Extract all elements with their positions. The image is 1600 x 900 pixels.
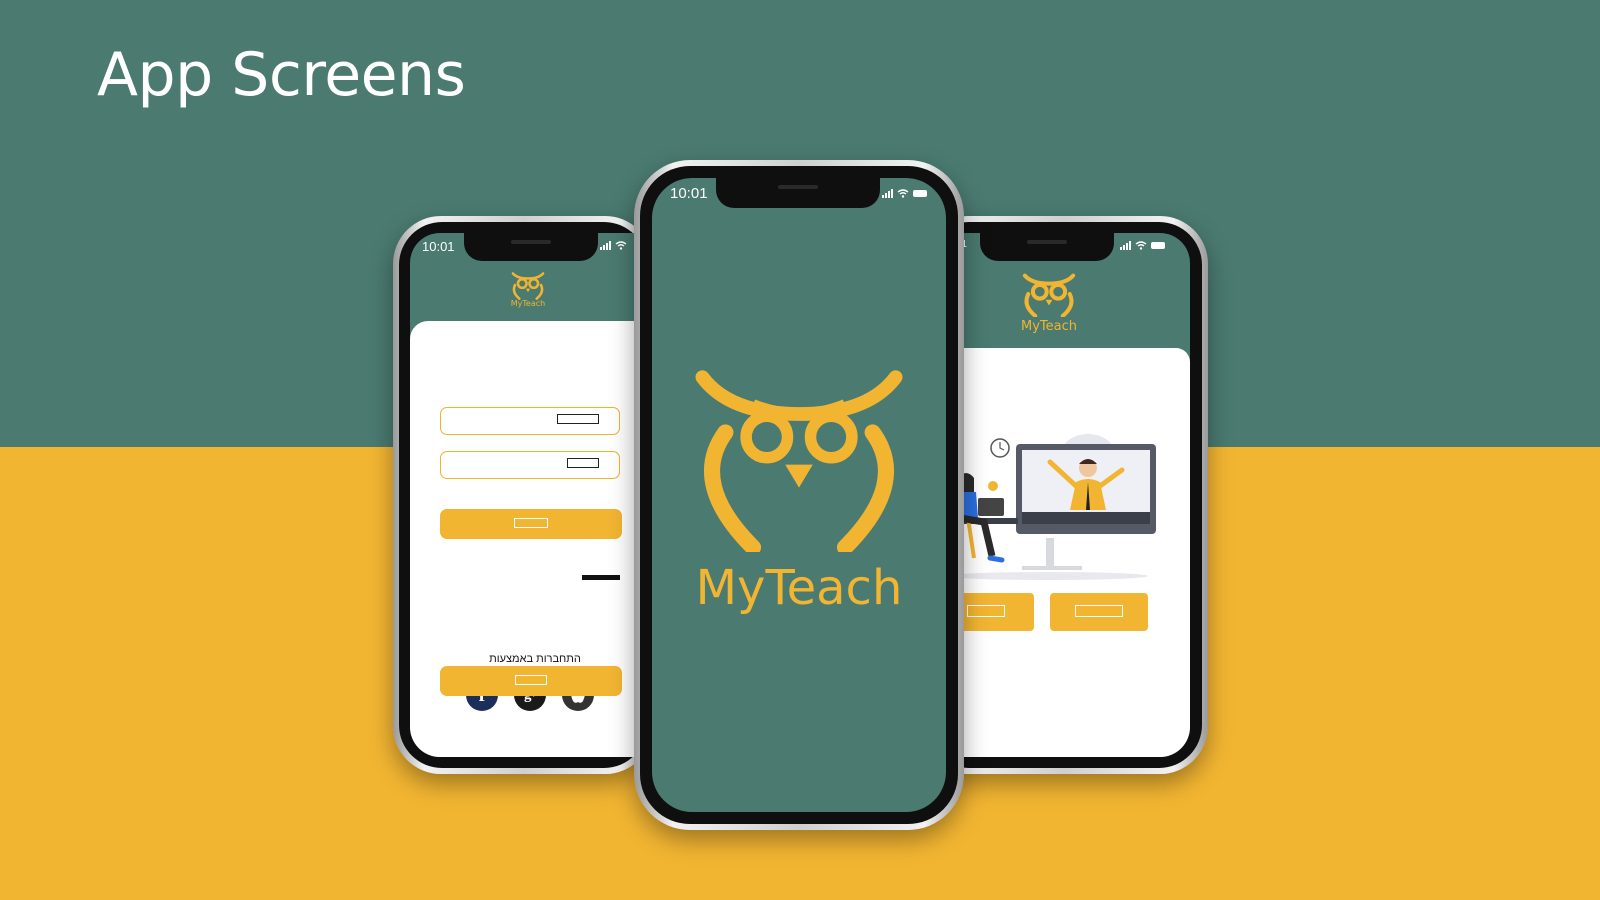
brand-name: MyTeach [510,299,546,308]
onboarding-card [938,348,1190,757]
social-login-label: התחברות באמצעות [489,653,581,665]
signal-icon [882,189,893,198]
status-icons [600,241,627,250]
phone-notch [464,233,598,261]
owl-logo-icon [695,370,903,552]
battery-icon [1151,242,1165,249]
phone-splash: 10:01 MyTeach [634,160,964,830]
password-field[interactable] [440,451,620,479]
login-screen: 10:01 MyTeach התחברות באמצעות [410,233,650,757]
owl-logo-icon [511,272,545,300]
status-icons [1120,241,1165,250]
login-card: התחברות באמצעות f g+ [410,321,650,757]
battery-icon [913,190,927,197]
splash-screen: 10:01 MyTeach [652,178,946,812]
wifi-icon [1135,241,1147,250]
status-icons [882,189,927,198]
next-button[interactable] [1050,593,1148,631]
slide-title: App Screens [97,40,466,110]
status-time: 10:01 [422,239,455,254]
username-field-text-placeholder [557,414,599,424]
brand-name: MyTeach [695,560,903,616]
wifi-icon [897,189,909,198]
onboarding-screen: 10:01 MyTeach [938,233,1190,757]
password-field-text-placeholder [567,458,599,468]
signal-icon [1120,241,1131,250]
register-button[interactable] [440,666,622,696]
wifi-icon [615,241,627,250]
online-class-illustration [938,434,1156,580]
phone-notch [980,233,1114,261]
phone-notch [716,178,880,208]
phone-login: 10:01 MyTeach התחברות באמצעות [393,216,653,774]
username-field[interactable] [440,407,620,435]
owl-logo-icon [1022,273,1076,317]
login-button[interactable] [440,509,622,539]
forgot-password-link[interactable] [560,575,620,582]
status-time: 10:01 [670,185,708,202]
brand-name: MyTeach [1021,319,1077,334]
signal-icon [600,241,611,250]
